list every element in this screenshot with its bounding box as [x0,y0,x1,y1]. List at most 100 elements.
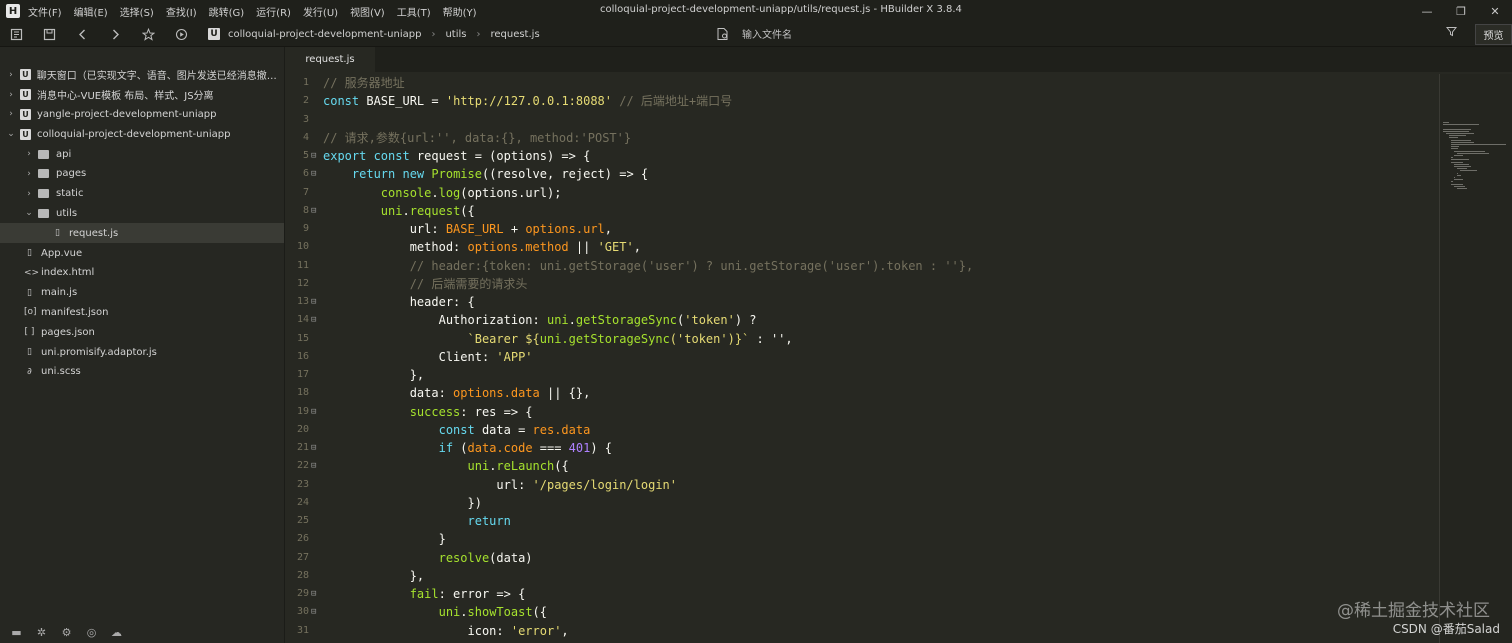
tree-item[interactable]: ▯ main.js [0,283,284,303]
fold-toggle-icon[interactable]: ⊟ [311,311,321,329]
code-line[interactable]: 5 ⊟ export const request = (options) => { [285,147,1435,165]
code-line[interactable]: 11 // header:{token: uni.getStorage('use… [285,257,1435,275]
code-line[interactable]: 19 ⊟ success: res => { [285,403,1435,421]
code-line[interactable]: 24 }) [285,494,1435,512]
code-line[interactable]: 28 }, [285,567,1435,585]
chevron-down-icon[interactable]: ⌄ [24,208,34,218]
tree-item[interactable]: [o] manifest.json [0,303,284,323]
tree-item[interactable]: › pages [0,164,284,184]
menu-publish[interactable]: 发行(U) [303,4,338,19]
tree-item[interactable]: › static [0,184,284,204]
new-file-icon[interactable] [0,22,33,47]
chevron-right-icon[interactable]: › [24,169,34,179]
restore-button[interactable]: ❐ [1444,0,1478,22]
code-line[interactable]: 7 console.log(options.url); [285,184,1435,202]
fold-toggle-icon[interactable]: ⊟ [311,403,321,421]
tree-item[interactable]: ∂ uni.scss [0,362,284,382]
fold-toggle-icon[interactable]: ⊟ [311,439,321,457]
folder-icon[interactable]: ▬ [4,626,29,639]
chevron-right-icon[interactable]: › [6,70,16,80]
filter-icon[interactable] [1445,26,1458,40]
tree-item[interactable]: ▯ uni.promisify.adaptor.js [0,342,284,362]
tab-request-js[interactable]: request.js [285,47,375,72]
code-area[interactable]: 1 // 服务器地址 2 const BASE_URL = 'http://127.0… [285,74,1435,643]
fold-toggle-icon[interactable]: ⊟ [311,603,321,621]
code-line[interactable]: 29 ⊟ fail: error => { [285,585,1435,603]
code-line[interactable]: 10 method: options.method || 'GET', [285,238,1435,256]
chevron-right-icon[interactable]: › [24,149,34,159]
back-icon[interactable] [66,22,99,47]
code-line[interactable]: 13 ⊟ header: { [285,293,1435,311]
code-line[interactable]: 20 const data = res.data [285,421,1435,439]
code-line[interactable]: 21 ⊟ if (data.code === 401) { [285,439,1435,457]
cloud-icon[interactable]: ☁ [104,626,129,639]
menu-file[interactable]: 文件(F) [28,4,62,19]
tree-item[interactable]: ▯ request.js [0,223,284,244]
bug-icon[interactable]: ✲ [29,626,54,639]
menu-help[interactable]: 帮助(Y) [443,4,477,19]
menu-view[interactable]: 视图(V) [350,4,385,19]
fold-toggle-icon[interactable]: ⊟ [311,202,321,220]
fold-toggle-icon[interactable]: ⊟ [311,457,321,475]
code-line[interactable]: 27 resolve(data) [285,549,1435,567]
save-icon[interactable] [33,22,66,47]
code-line[interactable]: 15 `Bearer ${uni.getStorageSync('token')… [285,330,1435,348]
tree-item[interactable]: ⌄ Ucolloquial-project-development-uniapp [0,124,284,144]
tree-item[interactable]: <> index.html [0,263,284,283]
tree-item[interactable]: › api [0,144,284,164]
code-line[interactable]: 30 ⊟ uni.showToast({ [285,603,1435,621]
fold-toggle-icon[interactable]: ⊟ [311,165,321,183]
chevron-right-icon[interactable]: › [24,189,34,199]
file-search-input[interactable]: 输入文件名 [742,26,792,41]
breadcrumb-project[interactable]: colloquial-project-development-uniapp [228,29,421,40]
code-line[interactable]: 12 // 后端需要的请求头 [285,275,1435,293]
code-line[interactable]: 2 const BASE_URL = 'http://127.0.0.1:8088… [285,92,1435,110]
code-line[interactable]: 25 return [285,512,1435,530]
menu-tools[interactable]: 工具(T) [397,4,431,19]
code-line[interactable]: 22 ⊟ uni.reLaunch({ [285,457,1435,475]
breadcrumb-file[interactable]: request.js [490,29,539,40]
run-icon[interactable] [165,22,198,47]
tree-item[interactable]: › U 聊天窗口（已实现文字、语音、图片发送已经消息撤回... [0,65,284,85]
minimap[interactable] [1439,74,1512,643]
fold-toggle-icon[interactable]: ⊟ [311,293,321,311]
forward-icon[interactable] [99,22,132,47]
file-icon: ▯ [55,228,60,239]
code-line[interactable]: 1 // 服务器地址 [285,74,1435,92]
tree-item[interactable]: › Uyangle-project-development-uniapp [0,105,284,125]
code-line[interactable]: 26 } [285,530,1435,548]
code-line[interactable]: 18 data: options.data || {}, [285,384,1435,402]
tree-item[interactable]: › U 消息中心-VUE模板 布局、样式、JS分离 [0,85,284,105]
minimize-button[interactable]: — [1410,0,1444,22]
code-line[interactable]: 6 ⊟ return new Promise((resolve, reject) … [285,165,1435,183]
chevron-down-icon[interactable]: ⌄ [6,129,16,139]
tree-item[interactable]: ⌄ utils [0,204,284,224]
code-line[interactable]: 14 ⊟ Authorization: uni.getStorageSync('t… [285,311,1435,329]
code-line[interactable]: 31 icon: 'error', [285,622,1435,640]
menu-edit[interactable]: 编辑(E) [74,4,108,19]
chevron-right-icon[interactable]: › [6,90,16,100]
code-line[interactable]: 23 url: '/pages/login/login' [285,476,1435,494]
menu-run[interactable]: 运行(R) [256,4,291,19]
tree-item[interactable]: ▯ App.vue [0,243,284,263]
preview-button[interactable]: 预览 [1475,24,1512,45]
code-line[interactable]: 4 // 请求,参数{url:'', data:{}, method:'POST'… [285,129,1435,147]
fold-toggle-icon[interactable]: ⊟ [311,585,321,603]
code-line[interactable]: 17 }, [285,366,1435,384]
code-line[interactable]: 8 ⊟ uni.request({ [285,202,1435,220]
code-line[interactable]: 16 Client: 'APP' [285,348,1435,366]
code-line[interactable]: 9 url: BASE_URL + options.url, [285,220,1435,238]
settings-icon[interactable]: ◎ [79,626,104,639]
plugin-icon[interactable]: ⚙ [54,626,79,639]
chevron-right-icon[interactable]: › [6,109,16,119]
menu-select[interactable]: 选择(S) [120,4,154,19]
file-search[interactable]: 输入文件名 [716,26,792,41]
fold-toggle-icon[interactable]: ⊟ [311,147,321,165]
tree-item[interactable]: [ ] pages.json [0,322,284,342]
code-line[interactable]: 3 [285,111,1435,129]
close-button[interactable]: ✕ [1478,0,1512,22]
menu-goto[interactable]: 跳转(G) [209,4,245,19]
breadcrumb-folder[interactable]: utils [445,29,466,40]
menu-find[interactable]: 查找(I) [166,4,197,19]
star-icon[interactable] [132,22,165,47]
